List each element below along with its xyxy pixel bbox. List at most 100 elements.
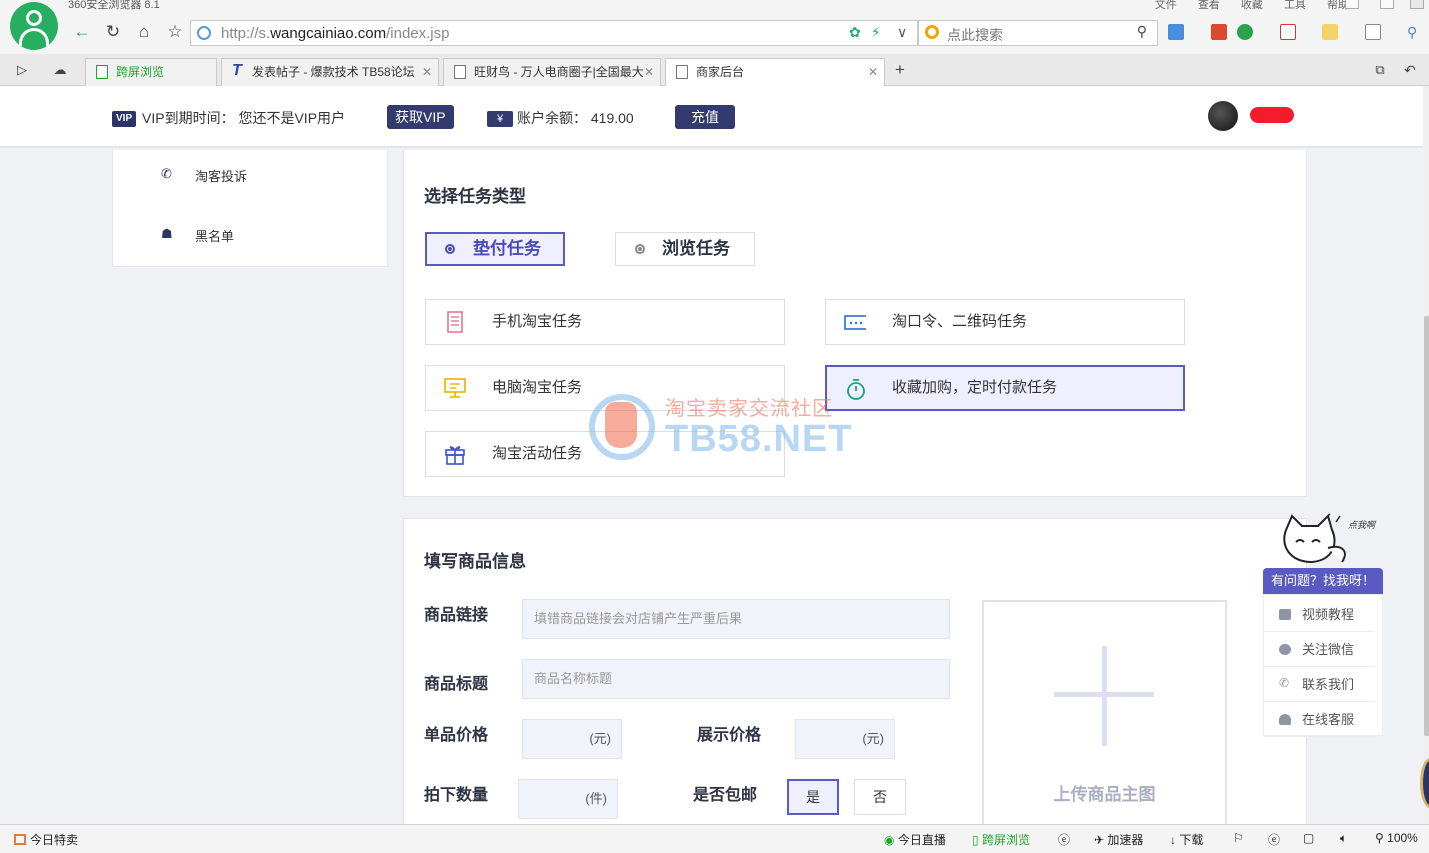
status-flag-icon[interactable]: ⚐ xyxy=(1233,831,1244,845)
user-block-icon: ☗ xyxy=(161,226,173,241)
gift-icon xyxy=(445,446,465,465)
status-live[interactable]: ◉ 今日直播 xyxy=(884,831,946,848)
help-item-online-service[interactable]: 在线客服 xyxy=(1264,702,1374,737)
menu-favorites[interactable]: 收藏 xyxy=(1241,0,1263,11)
help-widget-title[interactable]: 有问题？找我呀！ xyxy=(1263,568,1383,594)
restore-tabs-icon[interactable]: ⧉ xyxy=(1368,58,1392,82)
wallet-icon[interactable] xyxy=(1322,24,1338,40)
url-text: http://s.wangcainiao.com/index.jsp xyxy=(221,25,450,42)
radio-icon xyxy=(445,244,455,254)
task-type-title: 选择任务类型 xyxy=(424,187,526,206)
qr-code-task-card[interactable]: 淘口令、二维码任务 xyxy=(825,299,1185,345)
tab-merchant-backend[interactable]: 商家后台 ✕ xyxy=(665,58,885,87)
apps-icon[interactable] xyxy=(1168,24,1184,40)
favorite-cart-timed-payment-task-card[interactable]: 收藏加购，定时付款任务 xyxy=(825,365,1185,411)
search-engine-icon xyxy=(925,25,939,39)
desktop-taobao-task-card[interactable]: 电脑淘宝任务 xyxy=(425,365,785,411)
tab-cross-screen[interactable]: 跨屏浏览 xyxy=(85,58,217,86)
cat-caption: 点我啊 xyxy=(1348,520,1377,530)
status-window-icon[interactable]: ▢ xyxy=(1303,831,1314,845)
get-vip-button[interactable]: 获取VIP xyxy=(387,105,454,129)
undo-icon[interactable]: ↶ xyxy=(1398,58,1422,82)
help-item-contact[interactable]: ✆ 联系我们 xyxy=(1264,667,1374,702)
taobao-activity-task-card[interactable]: 淘宝活动任务 xyxy=(425,431,785,477)
search-box[interactable]: 点此搜索 ⚲ xyxy=(918,20,1158,46)
browser-user-avatar[interactable] xyxy=(10,2,58,50)
status-accelerator[interactable]: ✈ 加速器 xyxy=(1094,831,1143,848)
floating-badge-icon[interactable] xyxy=(1420,758,1429,808)
upload-main-image-area[interactable]: 上传商品主图 xyxy=(982,600,1227,830)
home-icon[interactable]: ⌂ xyxy=(132,20,156,44)
pdf-icon[interactable] xyxy=(1280,24,1296,40)
unit-price-label: 单品价格 xyxy=(424,727,489,744)
refresh-icon[interactable]: ↻ xyxy=(101,20,125,44)
quantity-input[interactable]: (件) xyxy=(518,779,618,819)
cloud-icon[interactable]: ☁ xyxy=(48,58,72,82)
menu-view[interactable]: 查看 xyxy=(1198,0,1220,11)
screenshot-icon[interactable] xyxy=(1365,24,1381,40)
unit-price-input[interactable]: (元) xyxy=(522,719,622,759)
star-icon[interactable]: ☆ xyxy=(163,20,187,44)
speed-icon[interactable]: ⚡ xyxy=(871,24,881,41)
browse-task-button[interactable]: 浏览任务 xyxy=(615,232,755,266)
avatar[interactable] xyxy=(1208,101,1238,131)
zoom-icon[interactable]: ⚲ xyxy=(1407,24,1423,40)
status-download[interactable]: ↓ 下载 xyxy=(1170,831,1203,848)
product-link-input[interactable]: 填错商品链接会对店铺产生严重后果 xyxy=(522,599,950,639)
free-shipping-yes-button[interactable]: 是 xyxy=(787,779,839,815)
advance-payment-task-button[interactable]: 垫付任务 xyxy=(425,232,565,266)
help-item-wechat[interactable]: 关注微信 xyxy=(1264,632,1374,667)
vip-badge: VIP xyxy=(112,111,137,127)
upload-label: 上传商品主图 xyxy=(1053,785,1156,804)
redacted-username xyxy=(1250,107,1294,123)
mobile-taobao-task-card[interactable]: 手机淘宝任务 xyxy=(425,299,785,345)
download-icon: ↓ xyxy=(1170,833,1176,847)
menu-file[interactable]: 文件 xyxy=(1155,0,1177,11)
product-title-input[interactable]: 商品名称标题 xyxy=(522,659,950,699)
status-zoom[interactable]: ⚲ 100% xyxy=(1375,831,1418,845)
address-bar[interactable]: http://s.wangcainiao.com/index.jsp ✿ ⚡ ∨ xyxy=(190,20,918,46)
play-icon: ◉ xyxy=(884,833,895,847)
cat-mascot-icon[interactable]: 点我啊 xyxy=(1278,512,1388,572)
close-tab-icon[interactable]: ✕ xyxy=(644,59,654,85)
phone-icon: ▯ xyxy=(972,833,979,847)
globe-icon xyxy=(197,26,211,40)
maximize-button[interactable] xyxy=(1380,0,1394,9)
close-window-button[interactable] xyxy=(1410,0,1424,9)
status-ie-icon[interactable]: ⓔ xyxy=(1058,831,1070,848)
search-icon[interactable]: ⚲ xyxy=(1137,23,1147,40)
close-tab-icon[interactable]: ✕ xyxy=(868,59,878,85)
close-tab-icon[interactable]: ✕ xyxy=(422,59,432,85)
browser-title: 360安全浏览器 8.1 xyxy=(68,0,160,11)
browser-statusbar: 今日特卖 ◉ 今日直播 ▯ 跨屏浏览 ⓔ ✈ 加速器 ↓ 下载 ⚐ ⓔ ▢ 🔈︎… xyxy=(0,824,1429,853)
status-cross-screen[interactable]: ▯ 跨屏浏览 xyxy=(972,831,1030,848)
safe-icon[interactable]: ✿ xyxy=(849,24,861,41)
shield-icon[interactable] xyxy=(1237,24,1253,40)
recharge-button[interactable]: 充值 xyxy=(675,105,735,129)
status-ie2-icon[interactable]: ⓔ xyxy=(1268,831,1280,848)
status-daily-deals[interactable]: 今日特卖 xyxy=(14,831,78,848)
extension-icon[interactable] xyxy=(1211,24,1227,40)
tab-tb58-post[interactable]: T 发表帖子 - 爆款技术 TB58论坛 ✕ xyxy=(221,58,439,86)
free-shipping-no-button[interactable]: 否 xyxy=(854,779,906,815)
product-info-panel: 填写商品信息 商品链接 填错商品链接会对店铺产生严重后果 商品标题 商品名称标题… xyxy=(403,518,1307,838)
chevron-down-icon[interactable]: ∨ xyxy=(897,24,907,41)
browser-titlebar: 360安全浏览器 8.1 文件 查看 收藏 工具 帮助 xyxy=(0,0,1429,14)
page-scrollbar[interactable] xyxy=(1423,86,1429,824)
sidebar-toggle-icon[interactable]: ▷ xyxy=(10,58,34,82)
radio-icon xyxy=(635,244,645,254)
status-sound-icon[interactable]: 🔈︎ xyxy=(1340,831,1347,846)
help-item-video[interactable]: 视频教程 xyxy=(1264,597,1374,632)
back-icon[interactable]: ← xyxy=(70,20,94,44)
display-price-input[interactable]: (元) xyxy=(795,719,895,759)
rocket-icon: ✈ xyxy=(1094,833,1105,847)
minimize-button[interactable] xyxy=(1345,0,1359,9)
search-placeholder: 点此搜索 xyxy=(947,27,1003,43)
scrollbar-thumb[interactable] xyxy=(1424,316,1429,736)
task-type-panel: 选择任务类型 垫付任务 浏览任务 手机淘宝任务 淘口令、二维码任务 电脑淘宝任务… xyxy=(403,150,1307,497)
menu-tools[interactable]: 工具 xyxy=(1284,0,1306,11)
sidebar-item-blacklist[interactable]: ☗ 黑名单 xyxy=(161,226,234,245)
sidebar-item-complaints[interactable]: ✆ 淘客投诉 xyxy=(161,166,247,185)
tab-wangcainiao[interactable]: 旺财鸟 - 万人电商圈子|全国最大 ✕ xyxy=(443,58,661,86)
new-tab-icon[interactable]: + xyxy=(888,58,912,82)
